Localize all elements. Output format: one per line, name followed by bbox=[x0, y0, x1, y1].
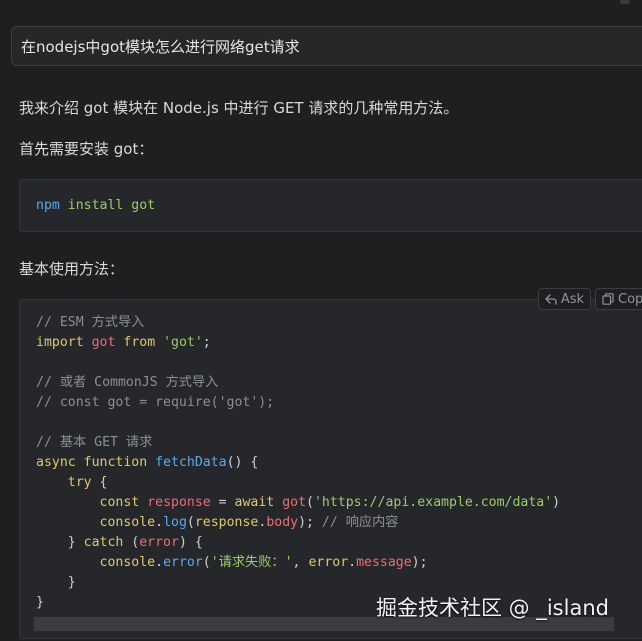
install-args: install got bbox=[59, 198, 156, 213]
code-comment: // 基本 GET 请求 bbox=[36, 435, 153, 450]
ask-label: Ask bbox=[560, 291, 585, 307]
answer-intro: 我来介绍 got 模块在 Node.js 中进行 GET 请求的几种常用方法。 bbox=[19, 99, 459, 117]
copy-label: Copy bbox=[618, 291, 642, 307]
chat-page: 在nodejs中got模块怎么进行网络get请求 我来介绍 got 模块在 No… bbox=[0, 0, 642, 641]
code-line: import got from 'got'; bbox=[36, 335, 211, 350]
install-code-line: npm install got bbox=[36, 196, 155, 216]
code-line: // ESM 方式导入 bbox=[36, 313, 560, 333]
user-prompt-box[interactable]: 在nodejs中got模块怎么进行网络get请求 bbox=[11, 26, 642, 66]
install-code-block[interactable]: npm install got bbox=[19, 179, 642, 232]
code-lines: // ESM 方式导入 import got from 'got'; // 或者… bbox=[36, 313, 560, 613]
user-prompt-text: 在nodejs中got模块怎么进行网络get请求 bbox=[21, 38, 300, 56]
basic-usage-label: 基本使用方法： bbox=[19, 260, 125, 278]
main-code-block[interactable]: Ask Copy // ESM 方式导入 import got from 'go… bbox=[19, 288, 642, 639]
install-label: 首先需要安装 got： bbox=[19, 140, 154, 158]
ask-button[interactable]: Ask bbox=[537, 288, 592, 310]
code-line: console.log(response.body); // 响应内容 bbox=[99, 515, 399, 530]
scroll-indicator bbox=[620, 0, 630, 4]
watermark: 掘金技术社区 @ _island bbox=[376, 596, 609, 620]
code-comment: // const got = require('got'); bbox=[36, 395, 275, 410]
reply-arrow-icon bbox=[545, 294, 557, 305]
code-line: // 基本 GET 请求 bbox=[36, 433, 560, 453]
code-line: // 或者 CommonJS 方式导入 bbox=[36, 373, 560, 393]
code-line: try { bbox=[67, 475, 108, 490]
code-line: const response = await got('https://api.… bbox=[99, 495, 561, 510]
code-comment: // 或者 CommonJS 方式导入 bbox=[36, 375, 219, 390]
code-comment: // ESM 方式导入 bbox=[36, 315, 145, 330]
code-toolbar: Ask Copy bbox=[537, 288, 642, 310]
copy-button[interactable]: Copy bbox=[595, 288, 642, 310]
code-line: } bbox=[36, 575, 76, 590]
install-cmd: npm bbox=[36, 198, 60, 213]
code-line: console.error('请求失败：', error.message); bbox=[99, 555, 428, 570]
code-line: async function fetchData() { bbox=[36, 455, 259, 470]
code-line: // const got = require('got'); bbox=[36, 393, 560, 413]
copy-icon bbox=[602, 293, 614, 305]
code-line: } catch (error) { bbox=[36, 535, 203, 550]
